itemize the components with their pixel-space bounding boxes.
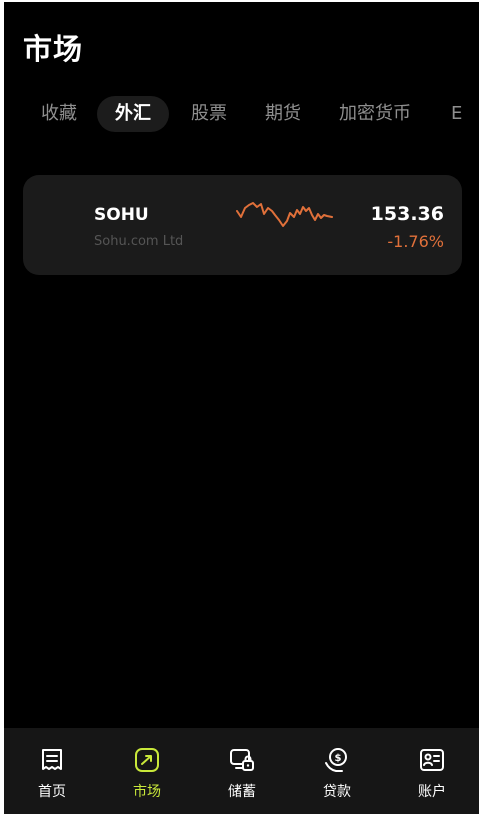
nav-item-market[interactable]: 市场 xyxy=(117,746,177,801)
nav-item-savings[interactable]: 储蓄 xyxy=(212,746,272,801)
nav-item-home[interactable]: 首页 xyxy=(22,746,82,801)
sparkline-chart xyxy=(236,202,333,227)
savings-lock-icon xyxy=(230,749,254,771)
nav-label-market: 市场 xyxy=(133,784,161,800)
svg-text:$: $ xyxy=(335,753,342,764)
category-tabs: 收藏 外汇 股票 期货 加密货币 E xyxy=(4,96,479,134)
page-title: 市场 xyxy=(23,32,84,66)
tab-crypto[interactable]: 加密货币 xyxy=(339,96,411,132)
trend-chart-icon xyxy=(135,748,159,772)
instrument-name: Sohu.com Ltd xyxy=(94,234,184,249)
nav-item-account[interactable]: 账户 xyxy=(402,746,462,801)
nav-item-loans[interactable]: $ 贷款 xyxy=(307,746,367,801)
tab-more[interactable]: E xyxy=(451,96,462,132)
id-card-icon xyxy=(420,749,444,771)
nav-label-account: 账户 xyxy=(418,784,446,800)
sparkline-line xyxy=(236,202,333,227)
tab-futures[interactable]: 期货 xyxy=(265,96,301,132)
receipt-icon xyxy=(42,749,62,770)
market-screen: 市场 收藏 外汇 股票 期货 加密货币 E SOHU Sohu.com Ltd … xyxy=(4,2,479,814)
nav-label-savings: 储蓄 xyxy=(228,784,256,800)
nav-label-loans: 贷款 xyxy=(323,784,351,800)
instrument-symbol: SOHU xyxy=(94,205,149,225)
tab-forex[interactable]: 外汇 xyxy=(97,96,169,132)
market-row-sohu[interactable]: SOHU Sohu.com Ltd 153.36 -1.76% xyxy=(23,175,462,275)
bottom-nav: 首页 市场 储蓄 $ 贷款 账户 xyxy=(4,728,479,814)
instrument-change: -1.76% xyxy=(387,232,444,251)
tab-stocks[interactable]: 股票 xyxy=(191,96,227,132)
nav-label-home: 首页 xyxy=(38,784,66,800)
instrument-price: 153.36 xyxy=(370,203,444,225)
coin-hand-icon: $ xyxy=(325,748,347,772)
tab-favorites[interactable]: 收藏 xyxy=(41,96,77,132)
